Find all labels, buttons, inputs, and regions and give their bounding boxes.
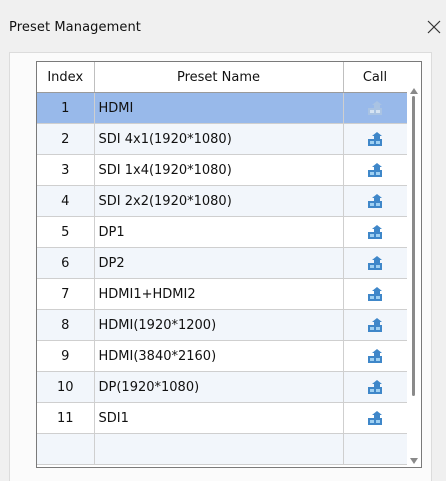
table-header-row: Index Preset Name Call — [37, 62, 408, 93]
call-preset-icon — [367, 224, 383, 240]
title-bar: Preset Management — [0, 0, 446, 56]
row-index: 4 — [37, 185, 95, 217]
call-preset-button[interactable] — [343, 92, 408, 124]
call-preset-icon — [367, 410, 383, 426]
table-row-partial[interactable] — [37, 433, 408, 465]
call-preset-icon — [367, 162, 383, 178]
window-title: Preset Management — [9, 20, 142, 35]
table-row[interactable]: 6 DP2 — [37, 247, 408, 279]
call-preset-icon — [367, 131, 383, 147]
table-row[interactable]: 10 DP(1920*1080) — [37, 371, 408, 403]
call-preset-icon — [367, 348, 383, 364]
call-preset-icon — [367, 193, 383, 209]
call-preset-button[interactable] — [343, 402, 408, 434]
preset-panel: Index Preset Name Call 1 HDMI 2 SDI 4x1(192… — [9, 52, 432, 481]
table-row[interactable]: 4 SDI 2x2(1920*1080) — [37, 185, 408, 217]
row-index: 2 — [37, 123, 95, 155]
call-preset-icon — [367, 286, 383, 302]
table-row[interactable]: 1 HDMI — [37, 92, 408, 124]
column-header-index[interactable]: Index — [37, 62, 95, 93]
call-preset-icon — [367, 255, 383, 271]
row-index: 8 — [37, 309, 95, 341]
call-preset-button[interactable] — [343, 216, 408, 248]
call-preset-button[interactable] — [343, 371, 408, 403]
row-index: 10 — [37, 371, 95, 403]
call-preset-button[interactable] — [343, 154, 408, 186]
table-row[interactable]: 8 HDMI(1920*1200) — [37, 309, 408, 341]
vertical-scrollbar[interactable] — [407, 62, 421, 467]
row-preset-name: SDI 2x2(1920*1080) — [94, 185, 344, 217]
row-preset-name: HDMI1+HDMI2 — [94, 278, 344, 310]
row-preset-name: HDMI(1920*1200) — [94, 309, 344, 341]
table-row[interactable]: 7 HDMI1+HDMI2 — [37, 278, 408, 310]
scroll-down-arrow-icon[interactable] — [410, 458, 418, 464]
call-preset-icon — [367, 379, 383, 395]
preset-table: Index Preset Name Call 1 HDMI 2 SDI 4x1(192… — [37, 62, 408, 465]
call-preset-button[interactable] — [343, 123, 408, 155]
row-preset-name: DP(1920*1080) — [94, 371, 344, 403]
row-preset-name: HDMI — [94, 92, 344, 124]
table-row[interactable]: 2 SDI 4x1(1920*1080) — [37, 123, 408, 155]
row-index: 9 — [37, 340, 95, 372]
call-preset-icon — [367, 100, 383, 116]
table-row[interactable]: 3 SDI 1x4(1920*1080) — [37, 154, 408, 186]
row-index: 1 — [37, 92, 95, 124]
call-preset-button[interactable] — [343, 340, 408, 372]
call-preset-button[interactable] — [343, 309, 408, 341]
row-preset-name: DP1 — [94, 216, 344, 248]
row-index: 11 — [37, 402, 95, 434]
table-row[interactable]: 11 SDI1 — [37, 402, 408, 434]
close-icon — [427, 20, 441, 34]
row-preset-name: SDI 4x1(1920*1080) — [94, 123, 344, 155]
row-index: 6 — [37, 247, 95, 279]
row-preset-name: SDI1 — [94, 402, 344, 434]
close-button[interactable] — [422, 14, 446, 40]
row-index: 3 — [37, 154, 95, 186]
scroll-up-arrow-icon[interactable] — [410, 88, 418, 94]
call-preset-button[interactable] — [343, 247, 408, 279]
call-preset-icon — [367, 317, 383, 333]
call-preset-button[interactable] — [343, 185, 408, 217]
scroll-thumb[interactable] — [412, 96, 415, 396]
row-preset-name: SDI 1x4(1920*1080) — [94, 154, 344, 186]
row-preset-name: DP2 — [94, 247, 344, 279]
row-preset-name: HDMI(3840*2160) — [94, 340, 344, 372]
column-header-call[interactable]: Call — [343, 62, 408, 93]
row-index: 5 — [37, 216, 95, 248]
preset-table-container: Index Preset Name Call 1 HDMI 2 SDI 4x1(192… — [36, 61, 422, 468]
row-index: 7 — [37, 278, 95, 310]
column-header-preset-name[interactable]: Preset Name — [94, 62, 344, 93]
call-preset-button[interactable] — [343, 278, 408, 310]
table-row[interactable]: 5 DP1 — [37, 216, 408, 248]
table-row[interactable]: 9 HDMI(3840*2160) — [37, 340, 408, 372]
